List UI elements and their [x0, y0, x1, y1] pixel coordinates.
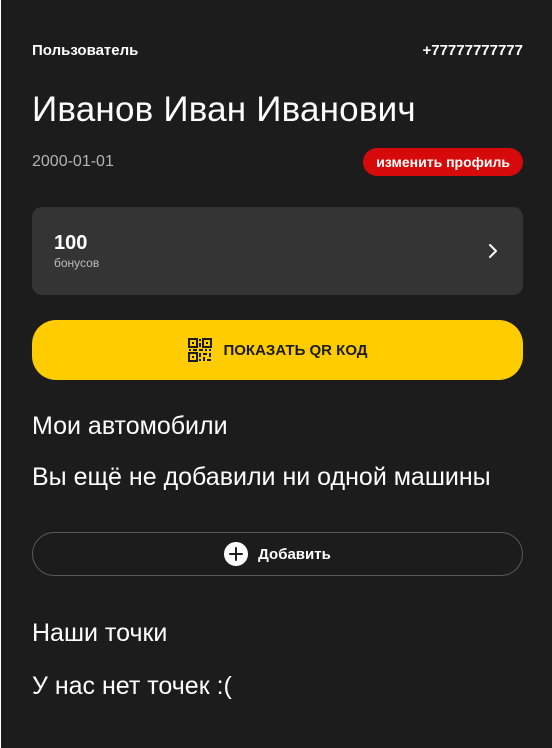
- edit-profile-button[interactable]: изменить профиль: [363, 147, 523, 176]
- birth-date: 2000-01-01: [32, 152, 114, 170]
- phone-number: +77777777777: [422, 42, 523, 59]
- show-qr-button[interactable]: ПОКАЗАТЬ QR КОД: [32, 320, 523, 380]
- profile-screen: Пользователь +77777777777 Иванов Иван Ив…: [1, 0, 552, 748]
- points-empty-message: У нас нет точек :(: [32, 672, 232, 700]
- cars-empty-message: Вы ещё не добавили ни одной машины: [32, 463, 491, 491]
- cars-section-title: Мои автомобили: [32, 412, 228, 440]
- add-car-label: Добавить: [258, 545, 331, 563]
- bonus-label: бонусов: [54, 256, 100, 270]
- show-qr-label: ПОКАЗАТЬ QR КОД: [223, 341, 368, 359]
- birth-date-row: 2000-01-01 изменить профиль: [32, 147, 523, 176]
- qr-code-icon: [188, 338, 213, 362]
- bonus-info: 100 бонусов: [54, 231, 99, 271]
- chevron-right-icon: [485, 243, 501, 259]
- user-label: Пользователь: [32, 42, 139, 59]
- add-car-button[interactable]: Добавить: [32, 532, 523, 576]
- points-section-title: Наши точки: [32, 619, 168, 647]
- bonus-card[interactable]: 100 бонусов: [32, 207, 523, 295]
- user-full-name: Иванов Иван Иванович: [32, 90, 416, 129]
- plus-circle-icon: [224, 542, 249, 566]
- bonus-value: 100: [54, 232, 88, 254]
- profile-header: Пользователь +77777777777: [32, 42, 523, 60]
